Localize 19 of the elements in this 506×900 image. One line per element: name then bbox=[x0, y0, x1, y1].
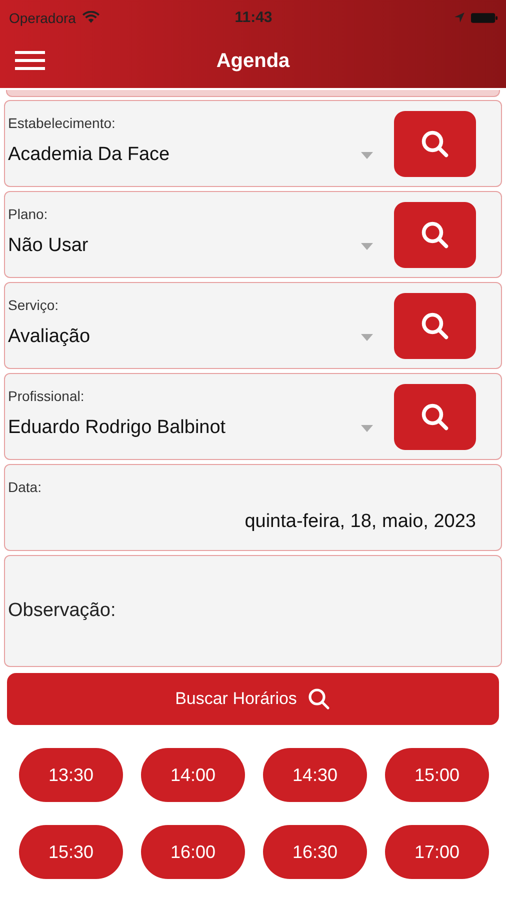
time-slot-button[interactable]: 16:00 bbox=[141, 825, 245, 879]
search-icon bbox=[306, 687, 331, 711]
time-slot-button[interactable]: 17:00 bbox=[385, 825, 489, 879]
battery-icon bbox=[470, 12, 498, 24]
date-field[interactable]: Data: quinta-feira, 18, maio, 2023 bbox=[5, 465, 501, 550]
search-times-button[interactable]: Buscar Horários bbox=[7, 673, 499, 725]
time-slot-button[interactable]: 15:30 bbox=[19, 825, 123, 879]
time-slot-button[interactable]: 16:30 bbox=[263, 825, 367, 879]
clock-time: 11:43 bbox=[234, 9, 272, 26]
note-field[interactable]: Observação: bbox=[5, 556, 501, 666]
screen-title: Agenda bbox=[216, 50, 290, 73]
time-slot-button[interactable]: 14:00 bbox=[141, 748, 245, 802]
wifi-icon bbox=[82, 11, 100, 24]
time-slot-button[interactable]: 14:30 bbox=[263, 748, 367, 802]
menu-icon[interactable] bbox=[15, 51, 45, 71]
carrier-name: Operadora bbox=[9, 10, 76, 26]
location-arrow-icon bbox=[454, 12, 465, 23]
time-slot-button[interactable]: 15:00 bbox=[385, 748, 489, 802]
time-slot-button[interactable]: 13:30 bbox=[19, 748, 123, 802]
